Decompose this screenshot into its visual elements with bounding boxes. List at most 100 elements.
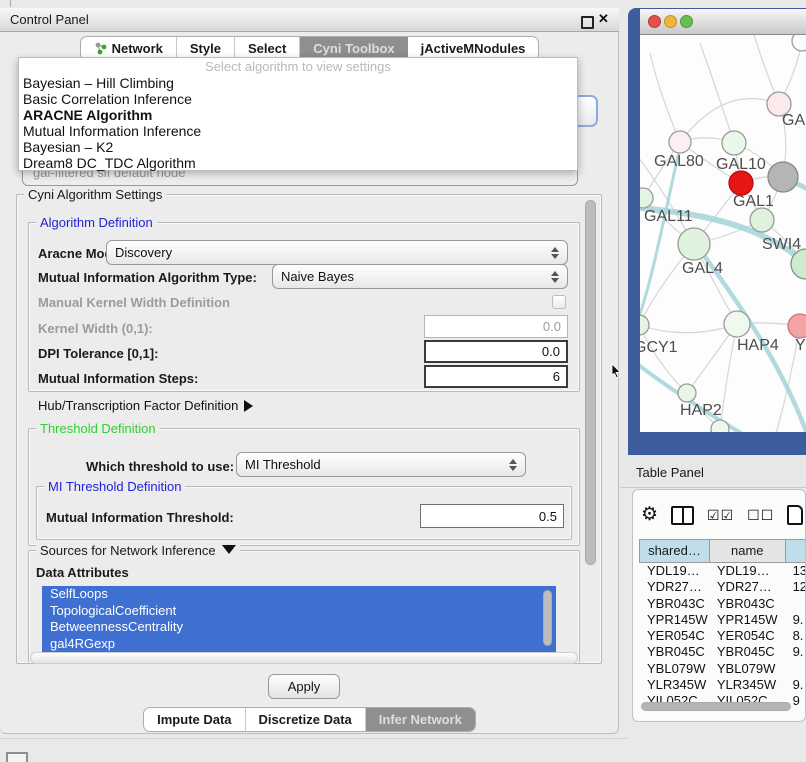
gear-icon[interactable]: ⚙ [641, 505, 658, 525]
dropdown-item[interactable]: Bayesian – Hill Climbing [19, 75, 577, 91]
close-icon[interactable]: ✕ [598, 11, 609, 27]
table-row[interactable]: YBR045CYBR045C9. [639, 644, 806, 660]
bottom-tab-impute-data[interactable]: Impute Data [144, 708, 245, 731]
dropdown-item[interactable]: Bayesian – K2 [19, 139, 577, 155]
network-node[interactable] [640, 315, 649, 335]
apply-button[interactable]: Apply [268, 674, 340, 699]
bottom-divider [0, 738, 628, 739]
which-threshold-combobox[interactable]: MI Threshold [236, 452, 526, 477]
table-horizontal-scrollbar[interactable] [641, 702, 791, 711]
network-edge[interactable] [720, 324, 737, 429]
network-node-label: GAL4 [682, 260, 723, 277]
aracne-mode-value: Discovery [115, 245, 172, 260]
table-row[interactable]: YDR27…YDR27…12 [639, 579, 806, 595]
attribute-list-item[interactable]: gal4RGexp [42, 636, 556, 653]
manual-kernel-checkbox[interactable] [552, 295, 566, 309]
deselect-all-checkboxes-icon[interactable]: ☐☐ [747, 507, 774, 524]
table-cell [785, 596, 806, 612]
table-cell [785, 661, 806, 677]
attribute-list-item[interactable]: SelfLoops [42, 586, 556, 603]
control-panel-title: Control Panel [10, 12, 89, 27]
network-edge[interactable] [640, 324, 737, 333]
table-cell: 9. [785, 612, 806, 628]
table-row[interactable]: YBL079WYBL079W [639, 661, 806, 677]
attribute-list-item[interactable]: TopologicalCoefficient [42, 603, 556, 620]
minimized-panel-icon[interactable] [6, 752, 28, 762]
aracne-mode-combobox[interactable]: Discovery [106, 240, 568, 265]
network-node-label: SWI4 [762, 236, 801, 253]
table-column-header[interactable]: A [785, 540, 806, 562]
mi-steps-label: Mutual Information Steps: [38, 371, 198, 386]
table-cell: YLR345W [639, 677, 709, 693]
network-node[interactable] [711, 420, 729, 432]
network-node[interactable] [729, 171, 753, 195]
table-row[interactable]: YPR145WYPR145W9. [639, 612, 806, 628]
dropdown-item[interactable]: Mutual Information Inference [19, 123, 577, 139]
table-row[interactable]: YBR043CYBR043C [639, 596, 806, 612]
table-row[interactable]: YLR345WYLR345W9. [639, 677, 806, 693]
table-panel-title: Table Panel [636, 465, 704, 480]
control-panel-titlebar [0, 8, 619, 32]
network-node[interactable] [722, 131, 746, 155]
dpi-tolerance-label: DPI Tolerance [0,1]: [38, 346, 158, 361]
dpi-tolerance-input[interactable]: 0.0 [424, 340, 568, 363]
manual-kernel-label: Manual Kernel Width Definition [38, 295, 230, 310]
bottom-tab-infer-network[interactable]: Infer Network [366, 708, 475, 731]
network-node-label: GCY1 [640, 339, 678, 356]
dropdown-item[interactable]: ARACNE Algorithm [19, 107, 577, 123]
select-all-checkboxes-icon[interactable]: ☑☑ [707, 507, 734, 524]
table-cell: YER054C [709, 628, 785, 644]
dropdown-item[interactable]: Dream8 DC_TDC Algorithm [19, 155, 577, 171]
tab-label: jActiveMNodules [421, 41, 526, 56]
network-node[interactable] [768, 162, 798, 192]
bottom-tab-discretize-data[interactable]: Discretize Data [246, 708, 366, 731]
close-traffic-light-icon[interactable] [648, 15, 661, 28]
table-cell: YBR043C [709, 596, 785, 612]
network-edge[interactable] [650, 53, 680, 142]
table-cell: YPR145W [709, 612, 785, 628]
sources-group-title[interactable]: Sources for Network Inference [36, 543, 240, 558]
table-cell: YDL19… [639, 563, 709, 579]
mi-steps-input[interactable]: 6 [424, 365, 568, 388]
table-row[interactable]: YER054CYER054C8. [639, 628, 806, 644]
settings-vertical-scrollbar[interactable] [585, 200, 596, 565]
network-node[interactable] [669, 131, 691, 153]
table-cell: YPR145W [639, 612, 709, 628]
dropdown-item[interactable]: Basic Correlation Inference [19, 91, 577, 107]
network-edge[interactable] [640, 147, 680, 335]
combo-spinner-icon [551, 271, 559, 283]
mouse-cursor [610, 364, 622, 378]
network-node[interactable] [788, 314, 806, 338]
network-node[interactable] [792, 35, 806, 51]
network-node[interactable] [640, 188, 653, 208]
network-node[interactable] [750, 208, 774, 232]
network-edge[interactable] [700, 43, 734, 143]
table-column-header[interactable]: shared… [639, 540, 709, 562]
hub-definition-expander[interactable]: Hub/Transcription Factor Definition [38, 398, 253, 413]
network-node[interactable] [678, 228, 710, 260]
kernel-width-input[interactable]: 0.0 [424, 315, 568, 338]
network-node[interactable] [724, 311, 750, 337]
table-cell: YLR345W [709, 677, 785, 693]
new-table-icon[interactable] [787, 505, 803, 525]
minimize-traffic-light-icon[interactable] [664, 15, 677, 28]
table-row[interactable]: YDL19…YDL19…13 [639, 563, 806, 579]
table-column-header[interactable]: name [709, 540, 785, 562]
settings-horizontal-scrollbar[interactable] [30, 652, 578, 664]
network-canvas[interactable]: GALGAL80GAL10GAL1GAL11SWI4GAL4GCY1HAP4YH… [640, 35, 806, 432]
network-node-label: Y [795, 337, 806, 354]
tab-label: Select [248, 41, 286, 56]
column-view-icon[interactable] [671, 506, 694, 525]
mi-threshold-input[interactable]: 0.5 [420, 504, 564, 528]
top-tick-line [10, 0, 11, 7]
zoom-traffic-light-icon[interactable] [680, 15, 693, 28]
dropdown-prompt: Select algorithm to view settings [19, 58, 577, 75]
table-panel: ⚙ ☑☑ ☐☐ shared…nameA YDL19…YDL19…13YDR27… [632, 489, 806, 722]
attributes-list-scrollbar[interactable] [543, 590, 552, 646]
attribute-list-item[interactable]: BetweennessCentrality [42, 619, 556, 636]
network-node[interactable] [678, 384, 696, 402]
control-panel-bottom-tabs: Impute DataDiscretize DataInfer Network [0, 707, 619, 732]
table-cell: YDL19… [709, 563, 785, 579]
mi-type-combobox[interactable]: Naive Bayes [272, 264, 568, 289]
float-window-icon[interactable] [581, 16, 594, 29]
